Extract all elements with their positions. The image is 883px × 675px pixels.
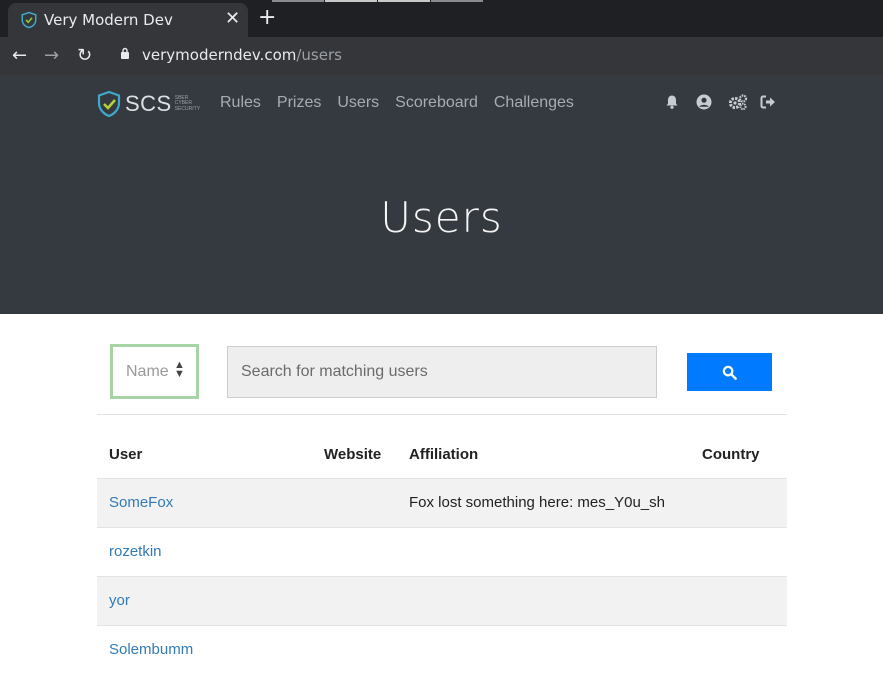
user-circle-icon[interactable] xyxy=(696,94,714,112)
header-user: User xyxy=(109,446,143,463)
user-link[interactable]: Solembumm xyxy=(109,641,193,658)
tab-strip-indicator xyxy=(272,0,324,2)
tab-strip-indicator xyxy=(431,0,483,2)
tab-strip-indicator xyxy=(325,0,377,2)
users-table: User Website Affiliation Country SomeFox… xyxy=(97,431,787,675)
sign-out-icon[interactable] xyxy=(760,94,778,112)
header-affiliation: Affiliation xyxy=(409,446,479,463)
select-arrows-icon: ▲ ▼ xyxy=(174,359,185,380)
site-header: SCS SBER CYBER SECURITY Rules Prizes Use… xyxy=(0,75,883,314)
back-icon[interactable]: ← xyxy=(12,45,27,66)
header-country: Country xyxy=(702,446,760,463)
tab-title: Very Modern Dev xyxy=(44,11,173,29)
search-icon xyxy=(722,365,737,380)
logo-text: SCS xyxy=(125,91,172,116)
user-link[interactable]: rozetkin xyxy=(109,543,162,560)
affiliation-cell: Fox lost something here: mes_Y0u_sh xyxy=(409,494,665,511)
user-link[interactable]: yor xyxy=(109,592,130,609)
forward-icon[interactable]: → xyxy=(44,45,59,66)
nav-users[interactable]: Users xyxy=(337,94,379,112)
header-icons xyxy=(664,94,792,112)
table-row: rozetkin xyxy=(97,528,787,577)
new-tab-button[interactable]: + xyxy=(258,7,276,29)
logo-tagline: SBER CYBER SECURITY xyxy=(174,94,201,112)
close-tab-icon[interactable]: ✕ xyxy=(225,9,240,29)
nav-challenges[interactable]: Challenges xyxy=(494,94,574,112)
site-logo[interactable]: SCS SBER CYBER SECURITY xyxy=(97,91,207,117)
reload-icon[interactable]: ↻ xyxy=(77,45,92,66)
search-button[interactable] xyxy=(687,353,772,391)
shield-logo-icon xyxy=(97,91,121,117)
table-header: User Website Affiliation Country xyxy=(97,431,787,479)
table-row: yor xyxy=(97,577,787,626)
divider xyxy=(97,414,787,415)
browser-toolbar: ← → ↻ verymoderndev.com/users xyxy=(0,37,883,75)
lock-icon xyxy=(121,47,129,59)
search-input[interactable] xyxy=(227,346,657,398)
nav-prizes[interactable]: Prizes xyxy=(277,94,321,112)
table-row: Solembumm xyxy=(97,626,787,675)
browser-tab-bar: Very Modern Dev ✕ + xyxy=(0,0,883,37)
url-path: /users xyxy=(296,46,342,64)
nav-scoreboard[interactable]: Scoreboard xyxy=(395,94,478,112)
user-link[interactable]: SomeFox xyxy=(109,494,173,511)
main-nav: Rules Prizes Users Scoreboard Challenges xyxy=(220,94,590,112)
search-field-select[interactable]: Name ▲ ▼ xyxy=(110,344,199,399)
browser-tab[interactable]: Very Modern Dev ✕ xyxy=(8,3,248,37)
select-value: Name xyxy=(126,363,169,380)
bell-icon[interactable] xyxy=(664,94,682,112)
header-website: Website xyxy=(324,446,382,463)
table-row: SomeFox Fox lost something here: mes_Y0u… xyxy=(97,479,787,528)
url-host: verymoderndev.com xyxy=(142,46,297,64)
address-bar[interactable]: verymoderndev.com/users xyxy=(142,46,342,64)
cogs-icon[interactable] xyxy=(728,94,748,112)
tab-strip-indicator xyxy=(378,0,430,2)
shield-favicon-icon xyxy=(21,11,37,29)
nav-rules[interactable]: Rules xyxy=(220,94,261,112)
page-title: Users xyxy=(380,193,503,242)
